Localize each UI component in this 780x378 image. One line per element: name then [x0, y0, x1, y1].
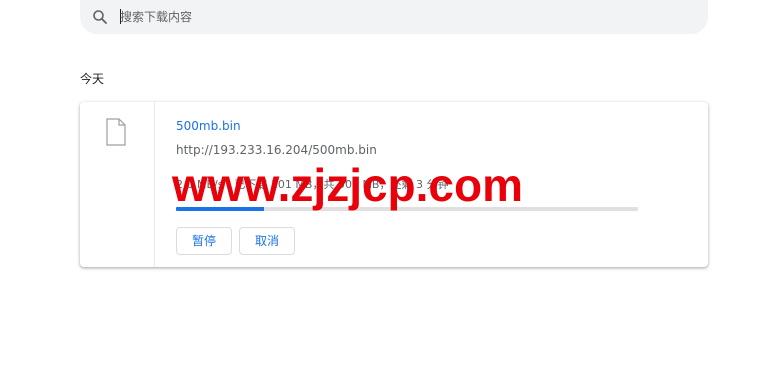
file-url[interactable]: http://193.233.16.204/500mb.bin	[176, 143, 377, 157]
pause-button[interactable]: 暂停	[176, 227, 232, 255]
search-icon[interactable]	[92, 9, 108, 25]
file-icon	[106, 118, 126, 146]
cancel-button[interactable]: 取消	[239, 227, 295, 255]
file-icon-column	[80, 102, 155, 267]
search-input[interactable]	[120, 8, 680, 26]
file-name-link[interactable]: 500mb.bin	[176, 119, 241, 133]
search-bar[interactable]	[80, 0, 708, 34]
section-date-label: 今天	[80, 72, 105, 86]
watermark-text: www.zjzjcp.com	[172, 159, 524, 211]
downloads-page: 今天 500mb.bin http://193.233.16.204/500mb…	[0, 0, 780, 378]
